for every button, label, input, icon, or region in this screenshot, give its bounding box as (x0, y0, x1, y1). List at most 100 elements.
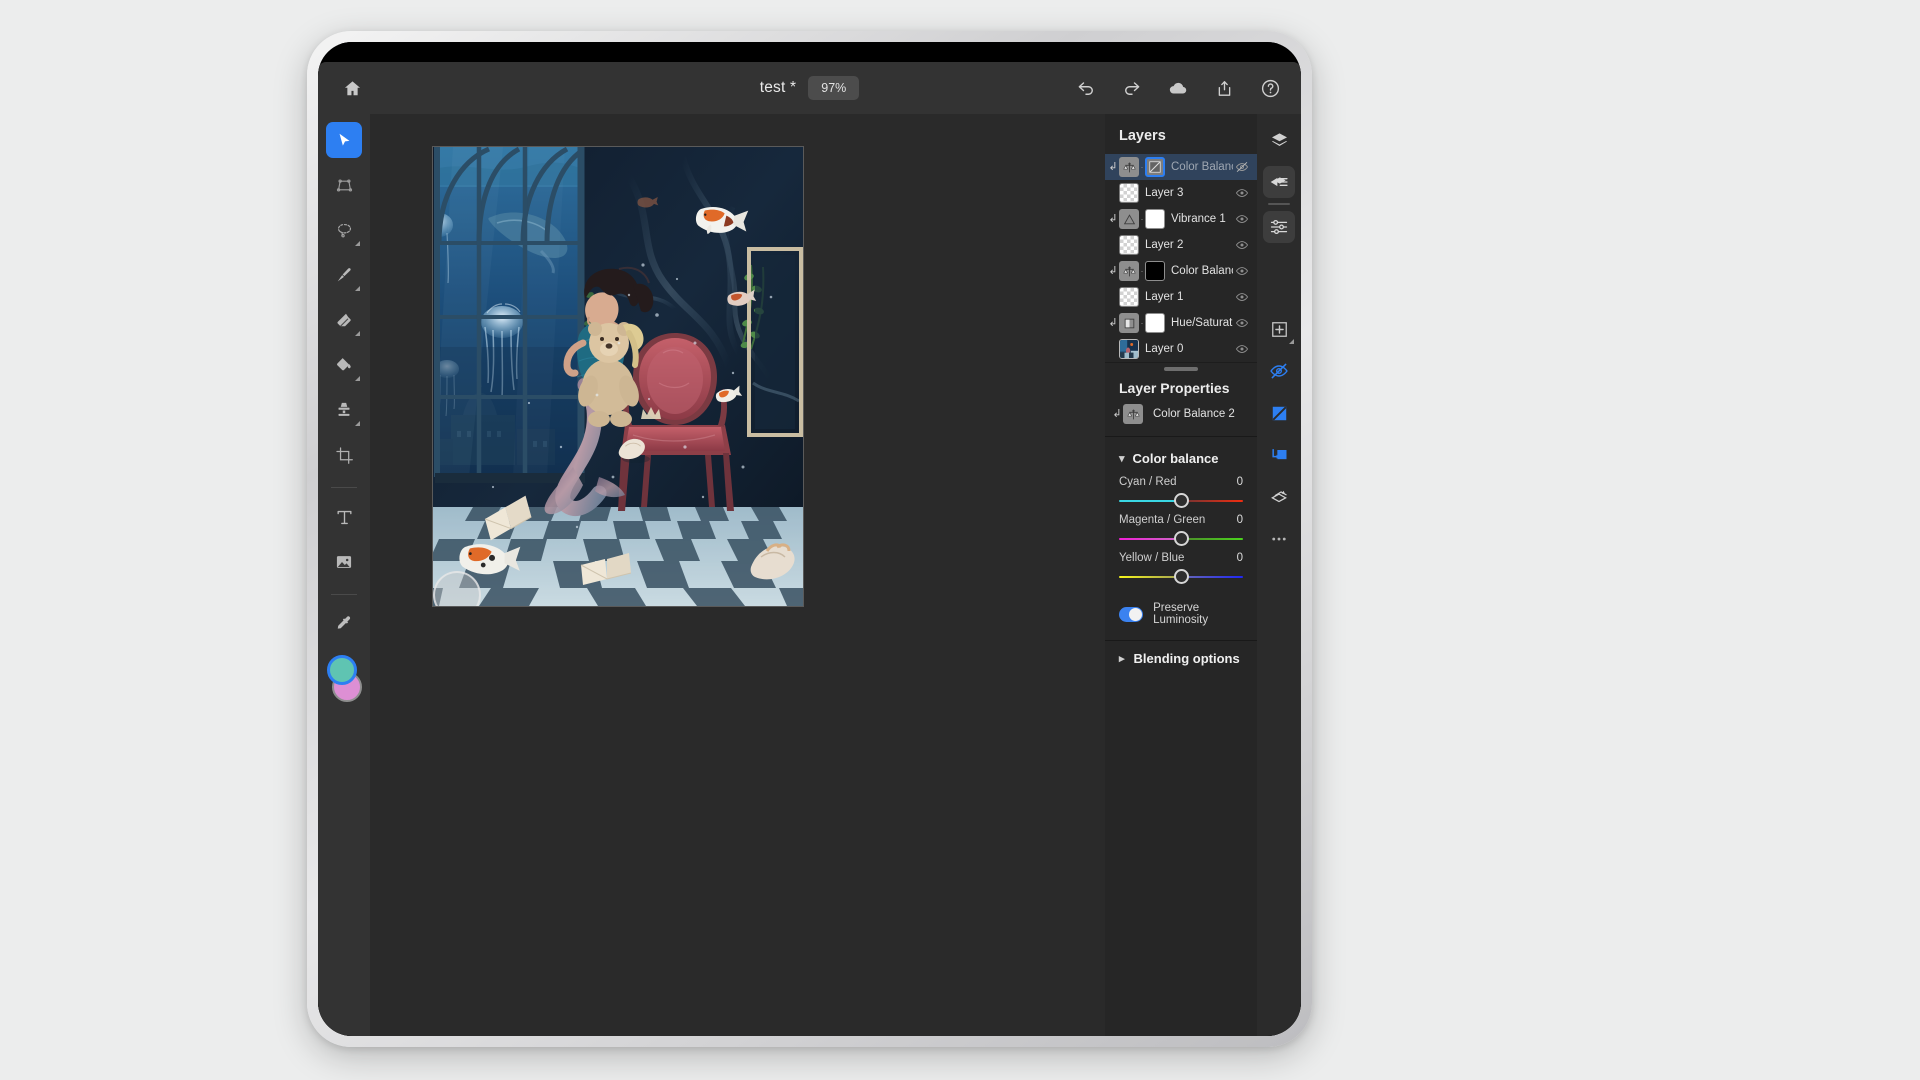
layer-name: Hue/Saturation 1 (1171, 317, 1233, 329)
magenta-green-slider[interactable] (1119, 530, 1243, 548)
yellow-blue-slider[interactable] (1119, 568, 1243, 586)
disable-mask-icon (1271, 405, 1287, 421)
home-button[interactable] (326, 62, 378, 114)
fill-tool-button[interactable] (326, 347, 362, 383)
move-tool-button[interactable] (326, 122, 362, 158)
layer-visibility-toggle[interactable] (1233, 160, 1251, 174)
cyan-red-knob[interactable] (1173, 493, 1189, 508)
cyan-red-label: Cyan / Red (1119, 476, 1177, 488)
layer-thumbnail[interactable] (1119, 287, 1139, 307)
color-balance-icon[interactable] (1119, 261, 1139, 281)
tool-options-corner (355, 241, 360, 246)
layers-list[interactable]: ↲ · Color Balan Layer 3 ↲ · Vibrance 1 L… (1105, 154, 1257, 362)
cloud-icon (1169, 82, 1187, 94)
yellow-blue-label: Yellow / Blue (1119, 552, 1185, 564)
merge-down-button[interactable] (1263, 481, 1295, 513)
layer-thumbnail[interactable] (1119, 339, 1139, 359)
cyan-red-slider[interactable] (1119, 492, 1243, 510)
help-button[interactable] (1255, 73, 1285, 103)
share-button[interactable] (1209, 73, 1239, 103)
foreground-color-swatch[interactable] (327, 655, 357, 685)
layer-row[interactable]: Layer 2 (1105, 232, 1257, 258)
disable-mask-button[interactable] (1263, 397, 1295, 429)
color-balance-icon[interactable] (1119, 157, 1139, 177)
layer-visibility-toggle[interactable] (1233, 316, 1251, 330)
layer-visibility-toggle[interactable] (1233, 212, 1251, 226)
crop-tool-button[interactable] (326, 437, 362, 473)
preserve-luminosity-toggle[interactable] (1119, 606, 1144, 622)
undo-icon (1078, 82, 1093, 95)
disabled-mask-thumbnail[interactable] (1145, 157, 1165, 177)
layer-row[interactable]: ↲ · Hue/Saturation 1 (1105, 310, 1257, 336)
active-layer-summary[interactable]: ↲ Color Balance 2 (1105, 404, 1257, 437)
mask-thumbnail[interactable] (1145, 313, 1165, 333)
more-options-icon (1272, 537, 1286, 541)
layer-visibility-toggle[interactable] (1233, 290, 1251, 304)
magenta-green-knob[interactable] (1173, 531, 1189, 546)
layer-row[interactable]: Layer 3 (1105, 180, 1257, 206)
blending-options-header[interactable]: ▸ Blending options (1105, 641, 1257, 676)
cloud-documents-button[interactable] (1163, 73, 1193, 103)
color-swatches[interactable] (325, 655, 363, 703)
layer-visibility-toggle[interactable] (1233, 264, 1251, 278)
photo-editor-app: test * 97% Layers ↲ · Color Balan Layer … (318, 42, 1301, 1036)
layer-visibility-toggle[interactable] (1233, 186, 1251, 200)
layers-stack-button[interactable] (1263, 124, 1295, 156)
mask-thumbnail[interactable] (1145, 261, 1165, 281)
redo-button[interactable] (1117, 73, 1147, 103)
layer-row[interactable]: Layer 1 (1105, 284, 1257, 310)
add-layer-button[interactable] (1263, 313, 1295, 345)
layer-thumbnail[interactable] (1119, 183, 1139, 203)
brush-tool-button[interactable] (326, 257, 362, 293)
layer-row[interactable]: ↲ · Vibrance 1 (1105, 206, 1257, 232)
add-layer-options-corner (1289, 339, 1294, 344)
preserve-luminosity-row[interactable]: Preserve Luminosity (1105, 590, 1257, 641)
screenshot-stage: test * 97% Layers ↲ · Color Balan Layer … (0, 0, 1920, 1080)
layer-name: Layer 2 (1145, 239, 1184, 251)
adjustments-button[interactable] (1263, 211, 1295, 243)
layer-row[interactable]: Layer 0 (1105, 336, 1257, 362)
zoom-level-badge[interactable]: 97% (808, 76, 860, 100)
eraser-tool-button[interactable] (326, 302, 362, 338)
eye-icon (1235, 241, 1249, 249)
layer-thumbnail[interactable] (1119, 235, 1139, 255)
layer-row[interactable]: ↲ · Color Balan (1105, 154, 1257, 180)
clipping-mask-indicator: ↲ (1112, 407, 1122, 420)
layer-name: Layer 1 (1145, 291, 1184, 303)
clipping-mask-button[interactable] (1263, 439, 1295, 471)
lasso-tool-button[interactable] (326, 212, 362, 248)
active-layer-name: Color Balance 2 (1153, 408, 1235, 420)
hue-saturation-icon[interactable] (1119, 313, 1139, 333)
clone-stamp-tool-button[interactable] (326, 392, 362, 428)
canvas-area[interactable] (370, 114, 1105, 1036)
layer-visibility-toggle[interactable] (1233, 342, 1251, 356)
undo-button[interactable] (1071, 73, 1101, 103)
eye-icon (1235, 189, 1249, 197)
eyedropper-tool-button[interactable] (326, 606, 362, 642)
tool-options-corner (355, 376, 360, 381)
more-options-button[interactable] (1263, 523, 1295, 555)
mask-thumbnail[interactable] (1145, 209, 1165, 229)
share-icon (1218, 80, 1230, 96)
color-balance-glyph (1122, 162, 1136, 172)
color-balance-section-header[interactable]: ▾ Color balance (1105, 437, 1257, 476)
panel-resize-handle[interactable] (1105, 362, 1257, 374)
place-image-tool-button[interactable] (326, 544, 362, 580)
artboard[interactable] (433, 147, 803, 606)
redo-icon (1125, 82, 1140, 95)
tool-options-corner (355, 286, 360, 291)
transform-tool-button[interactable] (326, 167, 362, 203)
vibrance-icon[interactable] (1119, 209, 1139, 229)
hide-layer-button[interactable] (1263, 355, 1295, 387)
eraser-icon (337, 313, 351, 327)
color-balance-glyph (1122, 266, 1136, 276)
yellow-blue-knob[interactable] (1173, 569, 1189, 584)
cyan-red-value: 0 (1236, 476, 1243, 488)
type-tool-button[interactable] (326, 499, 362, 535)
eye-icon (1235, 293, 1249, 301)
layer-properties-button[interactable] (1263, 166, 1295, 198)
layers-stack-icon (1271, 132, 1287, 146)
magenta-green-value: 0 (1236, 514, 1243, 526)
layer-visibility-toggle[interactable] (1233, 238, 1251, 252)
layer-row[interactable]: ↲ · Color Balanc (1105, 258, 1257, 284)
